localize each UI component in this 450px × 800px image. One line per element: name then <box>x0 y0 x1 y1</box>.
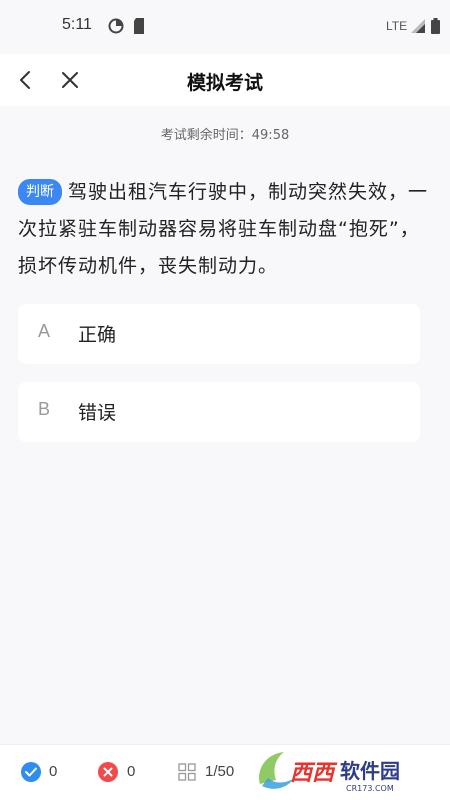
sim-card-icon <box>133 18 145 38</box>
app-header: 模拟考试 <box>0 54 450 106</box>
svg-text:西西: 西西 <box>290 761 338 786</box>
question-grid-button[interactable] <box>178 761 196 785</box>
check-circle-icon <box>21 762 41 782</box>
cross-circle-icon <box>98 762 118 782</box>
option-b[interactable]: B 错误 <box>18 382 420 442</box>
question-type-badge: 判断 <box>18 179 62 205</box>
wrong-count: 0 <box>127 763 136 780</box>
option-letter: A <box>38 321 51 341</box>
page-title: 模拟考试 <box>186 72 263 94</box>
correct-count: 0 <box>49 763 58 780</box>
question-block: 判断 驾驶出租汽车行驶中，制动突然失效，一次拉紧驻车制动器容易将驻车制动盘“抱死”… <box>18 174 432 285</box>
status-time: 5:11 <box>62 16 92 33</box>
remaining-time: 考试剩余时间：49:58 <box>160 128 290 143</box>
option-text: 错误 <box>78 402 117 424</box>
grid-icon <box>178 763 196 781</box>
svg-text:CR173.COM: CR173.COM <box>346 784 394 793</box>
data-saver-icon <box>108 18 124 38</box>
network-type: LTE <box>386 19 408 33</box>
signal-icon <box>411 18 425 37</box>
question-progress: 1/50 <box>205 763 235 780</box>
option-a[interactable]: A 正确 <box>18 304 420 364</box>
question-text: 驾驶出租汽车行驶中，制动突然失效，一次拉紧驻车制动器容易将驻车制动盘“抱死”，损… <box>18 181 429 277</box>
status-bar: 5:11 LTE <box>0 0 450 54</box>
option-text: 正确 <box>78 324 117 346</box>
option-letter: B <box>38 399 51 419</box>
wrong-count-button[interactable] <box>97 761 119 785</box>
correct-count-button[interactable] <box>20 761 42 785</box>
watermark-logo: 西西 软件园 CR173.COM <box>254 746 444 796</box>
svg-text:软件园: 软件园 <box>340 759 400 783</box>
battery-icon <box>431 18 440 38</box>
